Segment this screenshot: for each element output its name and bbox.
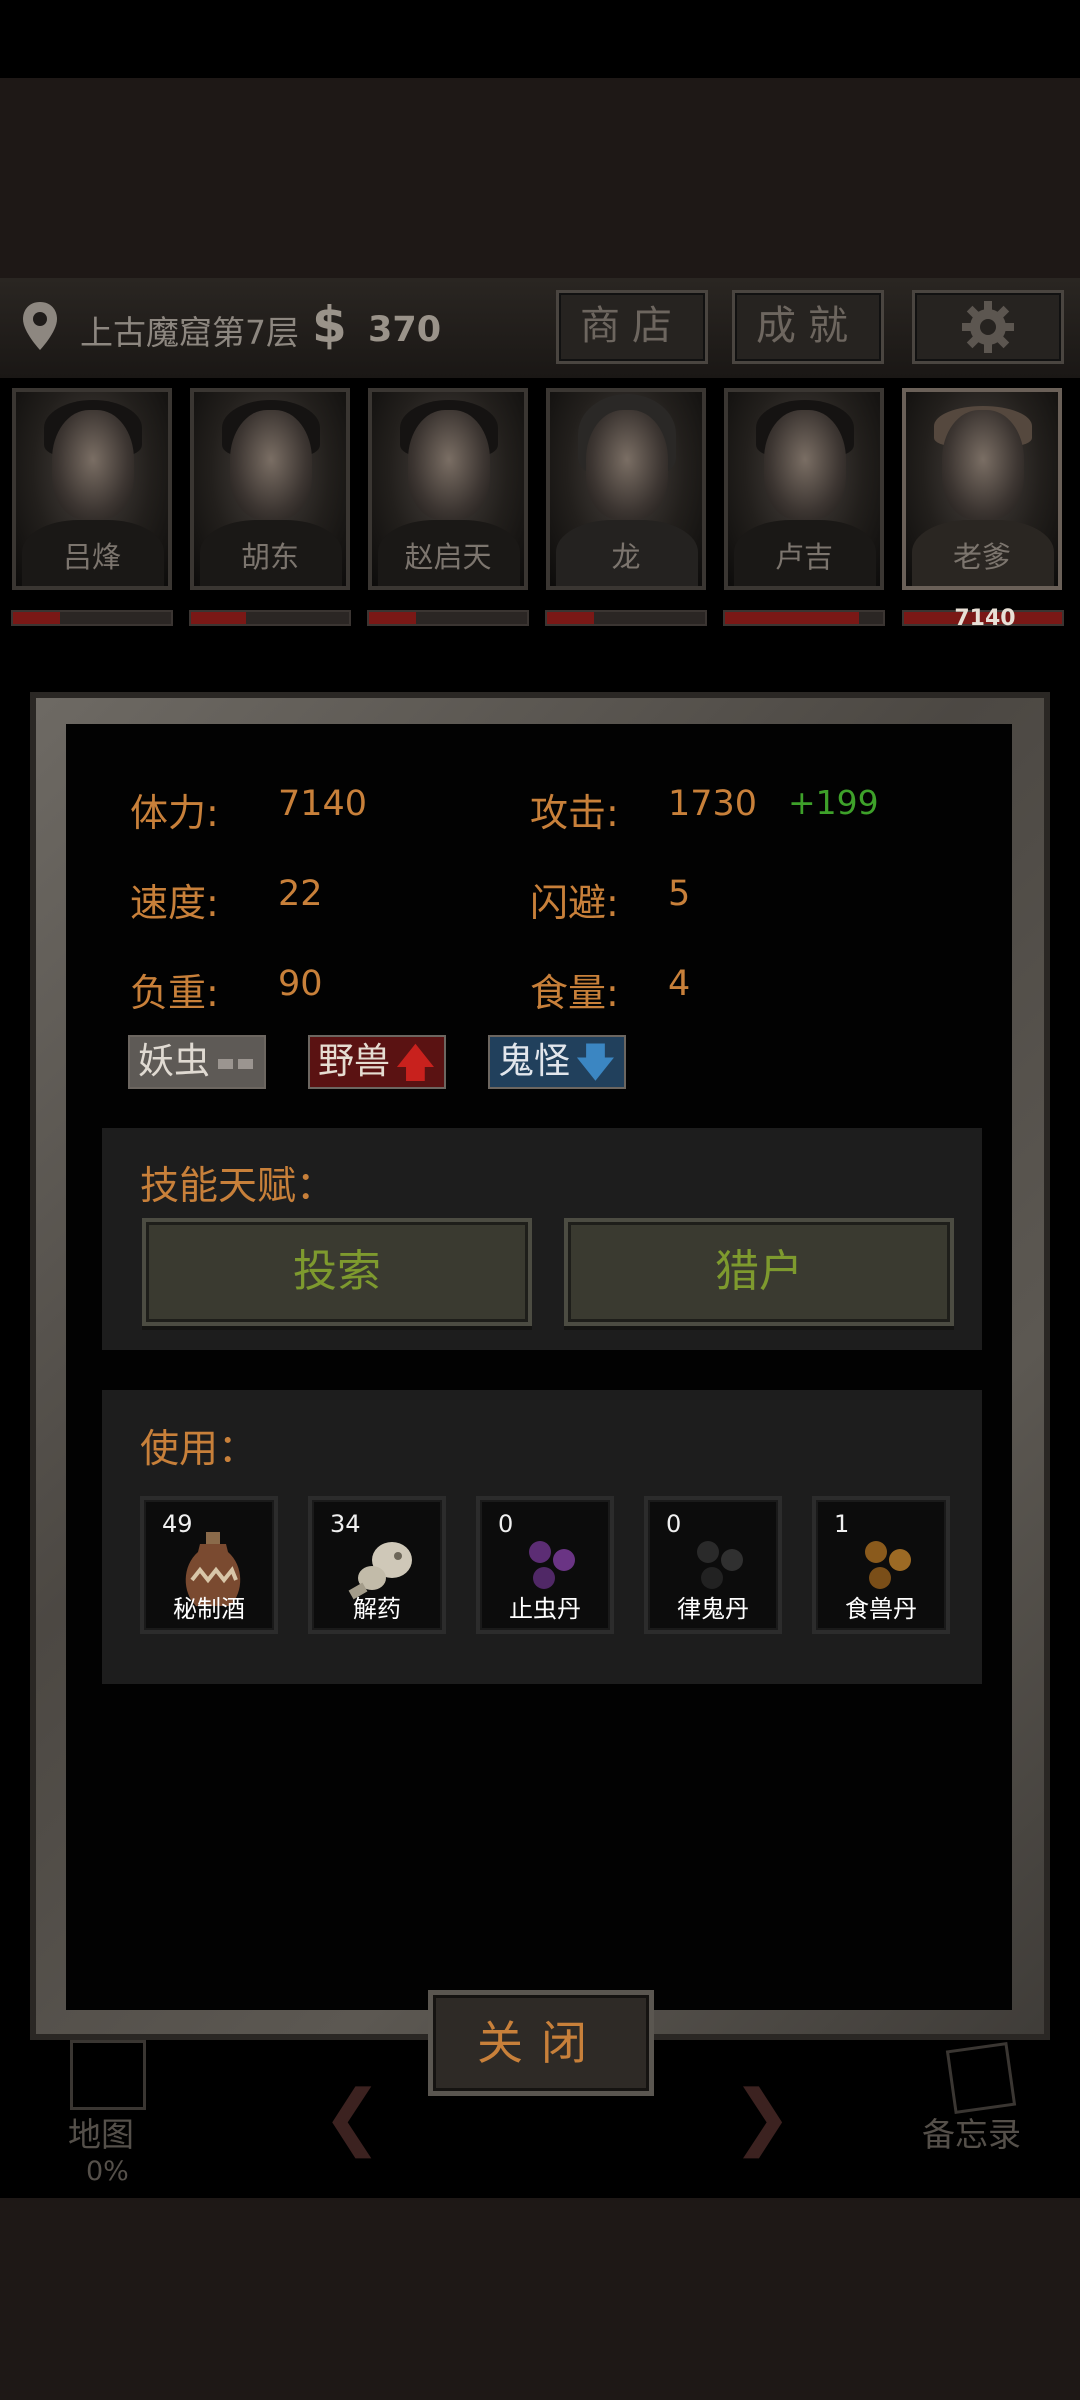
speed-label: 速度: xyxy=(130,881,219,925)
load-label: 负重: xyxy=(130,971,219,1015)
character-card-1[interactable]: 吕烽 xyxy=(12,388,172,590)
skill-button-lasso[interactable]: 投索 xyxy=(142,1218,532,1326)
item-slot-beast-pill[interactable]: 1 食兽丹 xyxy=(812,1496,950,1634)
arrow-up-icon: 🡅 xyxy=(394,1040,436,1086)
character-name: 吕烽 xyxy=(62,540,121,574)
character-portrait xyxy=(586,410,668,520)
tag-beast: 野兽 🡅 xyxy=(308,1035,446,1089)
character-card-3[interactable]: 赵启天 xyxy=(368,388,528,590)
item-label: 律鬼丹 xyxy=(677,1595,749,1623)
tag-insect: 妖虫 xyxy=(128,1035,266,1089)
character-name: 龙 xyxy=(611,540,641,574)
hp-bar xyxy=(189,610,351,626)
dodge-value: 5 xyxy=(668,874,691,914)
tag-label: 野兽 xyxy=(318,1041,391,1082)
character-name: 胡东 xyxy=(240,540,299,574)
item-count: 34 xyxy=(330,1510,361,1538)
character-name: 老爹 xyxy=(952,540,1011,574)
item-count: 1 xyxy=(834,1510,850,1538)
food-label: 食量: xyxy=(530,971,619,1015)
purple-pills-icon xyxy=(529,1541,575,1589)
attack-value: 1730 xyxy=(668,784,758,824)
black-pills-icon xyxy=(697,1541,743,1589)
skill-button-hunter[interactable]: 猎户 xyxy=(564,1218,954,1326)
memo-icon xyxy=(945,2041,1017,2115)
character-card-5[interactable]: 卢吉 xyxy=(724,388,884,590)
item-label: 秘制酒 xyxy=(173,1595,245,1623)
hp-bar xyxy=(367,610,529,626)
character-portrait xyxy=(408,410,490,520)
attack-bonus: +199 xyxy=(788,783,879,822)
item-label: 止虫丹 xyxy=(509,1595,581,1623)
item-slot-wine[interactable]: 49 秘制酒 xyxy=(140,1496,278,1634)
item-slot-ghost-pill[interactable]: 0 律鬼丹 xyxy=(644,1496,782,1634)
location-pin-icon xyxy=(23,302,57,350)
arrow-left-icon[interactable]: ❮ xyxy=(322,2074,382,2158)
tag-label: 妖虫 xyxy=(138,1041,211,1082)
hp-bar xyxy=(723,610,885,626)
hp-bar xyxy=(545,610,707,626)
tag-label: 鬼怪 xyxy=(498,1041,571,1082)
brown-pills-icon xyxy=(865,1541,911,1589)
map-label[interactable]: 地图 xyxy=(68,2108,134,2156)
settings-button[interactable] xyxy=(912,290,1064,364)
use-title: 使用： xyxy=(140,1427,258,1472)
bottom-background xyxy=(0,2198,1080,2400)
map-icon xyxy=(70,2040,146,2110)
character-portrait xyxy=(230,410,312,520)
neutral-icon xyxy=(218,1059,254,1069)
character-portrait xyxy=(764,410,846,520)
food-value: 4 xyxy=(668,964,691,1004)
arrow-right-icon[interactable]: ❯ xyxy=(732,2074,792,2158)
dodge-label: 闪避: xyxy=(530,881,619,925)
close-button[interactable]: 关闭 xyxy=(428,1990,654,2096)
coin-count: 370 xyxy=(368,310,442,350)
character-name: 卢吉 xyxy=(774,540,833,574)
top-background xyxy=(0,78,1080,278)
stamina-label: 体力: xyxy=(130,791,219,835)
memo-label[interactable]: 备忘录 xyxy=(922,2108,1021,2156)
character-name: 赵启天 xyxy=(404,540,492,574)
item-label: 解药 xyxy=(353,1595,401,1623)
speed-value: 22 xyxy=(278,874,323,914)
hp-bar xyxy=(11,610,173,626)
location-label: 上古魔窟第7层 xyxy=(80,313,299,352)
item-label: 食兽丹 xyxy=(845,1595,917,1623)
character-portrait xyxy=(942,410,1024,520)
hp-value: 7140 xyxy=(954,606,1016,631)
item-slot-antidote[interactable]: 34 解药 xyxy=(308,1496,446,1634)
character-portrait xyxy=(52,410,134,520)
item-slot-insect-pill[interactable]: 0 止虫丹 xyxy=(476,1496,614,1634)
arrow-down-icon: 🡇 xyxy=(574,1040,616,1086)
gear-icon xyxy=(962,301,1014,353)
load-value: 90 xyxy=(278,964,323,1004)
coin-icon: $ xyxy=(312,296,347,354)
item-count: 0 xyxy=(498,1510,514,1538)
character-card-2[interactable]: 胡东 xyxy=(190,388,350,590)
achievements-button[interactable]: 成就 xyxy=(732,290,884,364)
character-card-4[interactable]: 龙 xyxy=(546,388,706,590)
shop-button[interactable]: 商店 xyxy=(556,290,708,364)
item-count: 49 xyxy=(162,1510,193,1538)
skills-title: 技能天赋： xyxy=(140,1164,336,1209)
character-card-6[interactable]: 老爹 xyxy=(902,388,1062,590)
stamina-value: 7140 xyxy=(278,784,368,824)
attack-label: 攻击: xyxy=(530,791,619,835)
item-count: 0 xyxy=(666,1510,682,1538)
map-progress: 0% xyxy=(86,2156,129,2187)
tag-ghost: 鬼怪 🡇 xyxy=(488,1035,626,1089)
status-bar xyxy=(0,0,1080,78)
